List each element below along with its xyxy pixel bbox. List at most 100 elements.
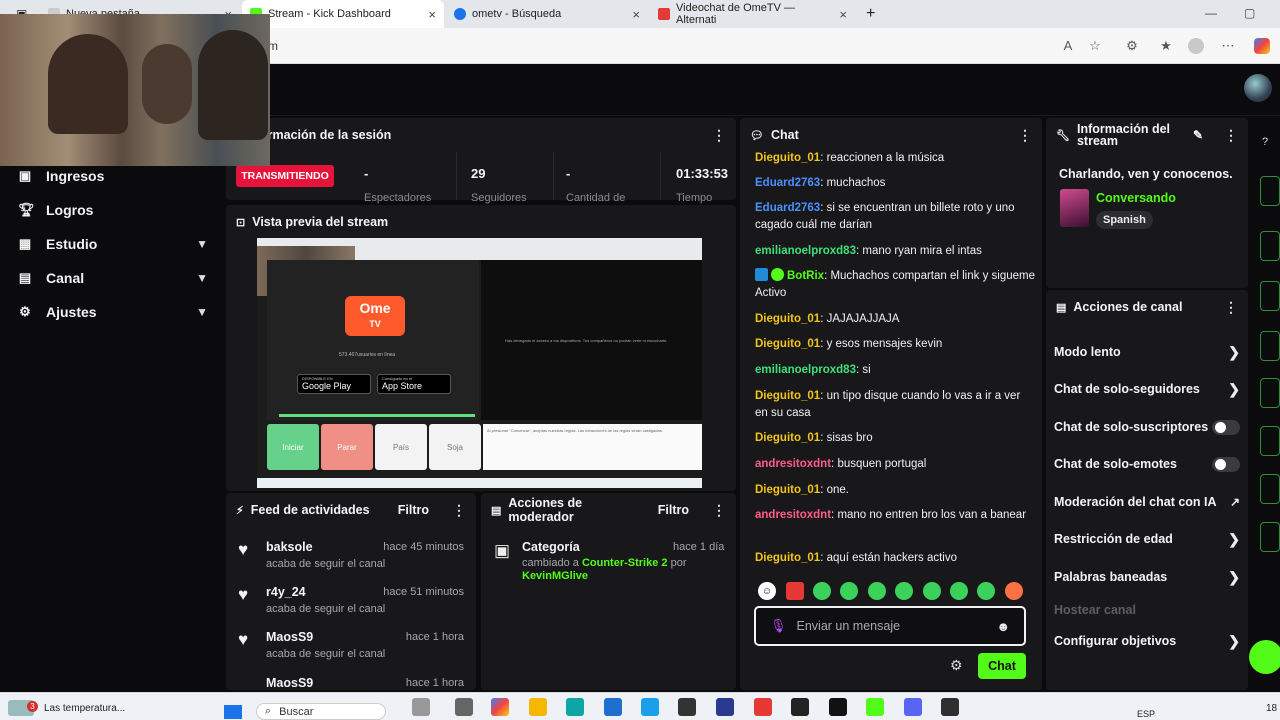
- discord-icon[interactable]: [904, 698, 922, 716]
- support-headset-icon[interactable]: [1249, 640, 1280, 674]
- filter-button[interactable]: Filtro: [398, 503, 429, 517]
- more-options-icon[interactable]: ⋮: [1224, 299, 1238, 316]
- minimize-icon[interactable]: —: [1205, 6, 1217, 20]
- close-icon[interactable]: ×: [428, 7, 436, 22]
- mod-category-link[interactable]: Counter-Strike 2: [582, 557, 668, 569]
- chat-username[interactable]: emilianoelproxd83: [755, 364, 856, 376]
- chat-username[interactable]: andresitoxdnt: [755, 509, 831, 521]
- rail-button[interactable]: [1260, 426, 1280, 456]
- sidebar-item-ingresos[interactable]: ▣ Ingresos: [18, 162, 208, 190]
- url-input[interactable]: m: [262, 34, 1052, 58]
- sidebar-item-ajustes[interactable]: ⚙ Ajustes ▼: [18, 298, 208, 326]
- chat-username[interactable]: Dieguito_01: [755, 484, 820, 496]
- stream-category[interactable]: Conversando: [1096, 191, 1176, 205]
- user-avatar[interactable]: [1244, 74, 1272, 102]
- chat-message-input[interactable]: 🎙︎ Enviar un mensaje ☻: [754, 606, 1026, 646]
- emote-icon[interactable]: [840, 582, 858, 600]
- chat-username[interactable]: andresitoxdnt: [755, 458, 831, 470]
- taskbar-app-icon[interactable]: [604, 698, 622, 716]
- emote-icon[interactable]: [786, 582, 804, 600]
- chat-username[interactable]: Dieguito_01: [755, 152, 820, 164]
- follower-name[interactable]: baksole: [266, 540, 313, 554]
- taskbar-app-icon[interactable]: [678, 698, 696, 716]
- sidebar-item-canal[interactable]: ▤ Canal ▼: [18, 264, 208, 292]
- tab-ometv[interactable]: Videochat de OmeTV — Alternati ×: [650, 0, 855, 28]
- action-slow-mode[interactable]: Modo lento ❯: [1054, 338, 1240, 366]
- rail-button[interactable]: [1260, 331, 1280, 361]
- kick-taskbar-icon[interactable]: [866, 698, 884, 716]
- edit-pencil-icon[interactable]: ✎: [1193, 128, 1203, 142]
- action-banned-words[interactable]: Palabras baneadas ❯: [1054, 563, 1240, 591]
- more-options-icon[interactable]: ⋮: [712, 127, 726, 144]
- extensions-icon[interactable]: ⚙: [1124, 38, 1140, 54]
- favorite-star-icon[interactable]: ☆: [1087, 38, 1103, 54]
- mod-user-link[interactable]: KevinMGlive: [522, 570, 588, 582]
- more-options-icon[interactable]: ⋮: [1224, 127, 1238, 144]
- emote-icon[interactable]: [813, 582, 831, 600]
- microphone-icon[interactable]: 🎙︎: [770, 618, 787, 634]
- chat-username[interactable]: Dieguito_01: [755, 390, 820, 402]
- tab-kick-dashboard[interactable]: Stream - Kick Dashboard ×: [242, 0, 444, 28]
- taskbar-app-icon[interactable]: [716, 698, 734, 716]
- taskbar-app-icon[interactable]: [641, 698, 659, 716]
- more-menu-icon[interactable]: ⋯: [1220, 38, 1236, 54]
- subscribers-only-toggle[interactable]: [1212, 419, 1240, 435]
- emotes-only-toggle[interactable]: [1212, 456, 1240, 472]
- rail-button[interactable]: [1260, 231, 1280, 261]
- edge-browser-icon[interactable]: [566, 698, 584, 716]
- chat-username[interactable]: BotRix: [787, 270, 824, 282]
- taskbar-search-box[interactable]: ⌕ Buscar: [256, 703, 386, 720]
- tab-search[interactable]: ometv - Búsqueda ×: [446, 0, 648, 28]
- windows-start-icon[interactable]: [224, 705, 242, 719]
- chat-username[interactable]: Dieguito_01: [755, 338, 820, 350]
- copilot-taskbar-icon[interactable]: [491, 698, 509, 716]
- emoji-picker-icon[interactable]: ☻: [996, 619, 1010, 634]
- action-ai-moderation[interactable]: Moderación del chat con IA ↗: [1054, 488, 1240, 516]
- chat-username[interactable]: Dieguito_01: [755, 552, 820, 564]
- follower-name[interactable]: MaosS9: [266, 630, 313, 644]
- weather-text[interactable]: Las temperatura...: [44, 703, 125, 714]
- clock[interactable]: 18: [1266, 703, 1277, 714]
- chat-username[interactable]: Dieguito_01: [755, 432, 820, 444]
- rail-button[interactable]: [1260, 522, 1280, 552]
- chat-username[interactable]: Dieguito_01: [755, 313, 820, 325]
- action-configure-goals[interactable]: Configurar objetivos ❯: [1054, 627, 1240, 655]
- taskbar-app-icon[interactable]: [791, 698, 809, 716]
- maximize-icon[interactable]: ▢: [1244, 6, 1255, 20]
- emote-icon[interactable]: [895, 582, 913, 600]
- sidebar-item-logros[interactable]: 🏆︎ Logros: [18, 196, 208, 224]
- send-chat-button[interactable]: Chat: [978, 653, 1026, 679]
- rail-button[interactable]: [1260, 176, 1280, 206]
- obs-icon[interactable]: [941, 698, 959, 716]
- action-followers-only[interactable]: Chat de solo-seguidores ❯: [1054, 375, 1240, 403]
- tiktok-icon[interactable]: [829, 698, 847, 716]
- file-explorer-icon[interactable]: [529, 698, 547, 716]
- rail-button[interactable]: [1260, 378, 1280, 408]
- rail-button[interactable]: [1260, 281, 1280, 311]
- chat-username[interactable]: emilianoelproxd83: [755, 245, 856, 257]
- favorites-icon[interactable]: ★: [1158, 38, 1174, 54]
- category-thumbnail[interactable]: [1060, 189, 1089, 227]
- chat-username[interactable]: Eduard2763: [755, 202, 820, 214]
- emote-icon[interactable]: [923, 582, 941, 600]
- filter-button[interactable]: Filtro: [658, 503, 689, 517]
- action-age-restriction[interactable]: Restricción de edad ❯: [1054, 525, 1240, 553]
- copilot-icon[interactable]: [1254, 38, 1270, 54]
- help-icon[interactable]: ?: [1262, 136, 1268, 148]
- taskbar-app-icon[interactable]: [455, 698, 473, 716]
- youtube-icon[interactable]: [754, 698, 772, 716]
- emote-icon[interactable]: [1005, 582, 1023, 600]
- read-aloud-icon[interactable]: A: [1060, 38, 1076, 54]
- follower-name[interactable]: MaosS9: [266, 676, 313, 688]
- emote-icon[interactable]: ☺: [758, 582, 776, 600]
- taskbar-app-icon[interactable]: [412, 698, 430, 716]
- more-options-icon[interactable]: ⋮: [1018, 127, 1032, 144]
- stream-preview-video[interactable]: Ome TV 573.467usuarios en línea DISPONIB…: [257, 238, 702, 488]
- new-tab-plus-icon[interactable]: +: [858, 0, 882, 28]
- profile-icon[interactable]: [1188, 38, 1204, 54]
- close-icon[interactable]: ×: [632, 7, 640, 22]
- rail-button[interactable]: [1260, 474, 1280, 504]
- emote-icon[interactable]: [977, 582, 995, 600]
- chat-settings-gear-icon[interactable]: ⚙: [950, 657, 963, 674]
- emote-icon[interactable]: [950, 582, 968, 600]
